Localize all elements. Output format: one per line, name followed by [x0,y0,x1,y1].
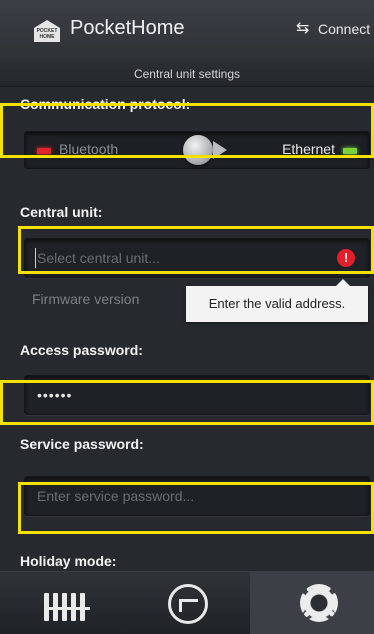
service-password-label: Service password: [20,436,144,452]
holiday-mode-label: Holiday mode: [20,553,117,569]
error-tooltip: Enter the valid address. [186,279,368,322]
gauge-icon [168,584,208,624]
app-title: PocketHome [70,17,185,39]
central-unit-label: Central unit: [20,204,103,220]
connect-icon [296,18,312,38]
gear-icon [300,584,338,622]
page-title: Central unit settings [0,62,374,87]
home-logo-icon: POCKET HOME [32,20,63,42]
connect-button[interactable]: Connect [296,18,371,38]
highlight-box [18,482,374,534]
access-password-label: Access password: [20,342,143,358]
tab-overview[interactable] [125,572,249,634]
highlight-box [18,226,374,274]
highlight-box [0,103,374,158]
highlight-box [0,380,374,425]
app-header: POCKET HOME PocketHome Connect [0,0,374,63]
connect-label: Connect [318,21,371,37]
firmware-version-label: Firmware version [32,291,140,307]
bottom-nav [0,571,374,634]
tab-heating[interactable] [0,572,124,634]
radiator-icon [44,593,90,621]
tab-settings[interactable] [250,572,374,634]
